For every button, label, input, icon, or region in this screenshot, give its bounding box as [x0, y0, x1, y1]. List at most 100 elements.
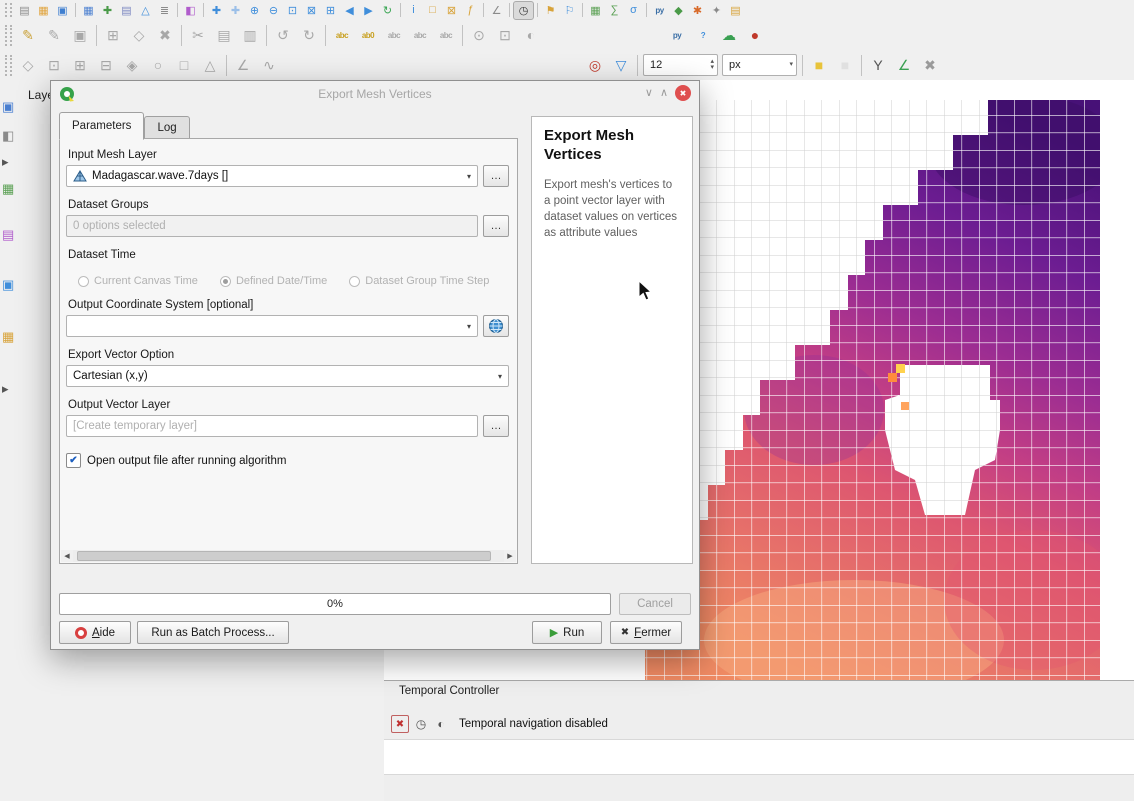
pin-labels-icon[interactable]: ⊙: [466, 23, 492, 47]
deselect-features-icon[interactable]: ⊠: [442, 2, 461, 19]
toolbar-overflow-icon[interactable]: ✖: [917, 53, 943, 77]
processing-toolbox-icon[interactable]: ✱: [688, 2, 707, 19]
highlight-labels-icon[interactable]: ⊡: [492, 23, 518, 47]
output-vector-layer-input[interactable]: [Create temporary layer]: [66, 415, 478, 437]
force-by-lines-icon[interactable]: ◈: [119, 53, 145, 77]
layer-diagram-icon[interactable]: ab0: [355, 23, 381, 47]
fixed-range-icon[interactable]: ◷: [413, 716, 429, 732]
dataset-groups-select[interactable]: 0 options selected: [66, 215, 478, 237]
field-calculator-icon[interactable]: ∑: [605, 2, 624, 19]
layer-labeling-icon[interactable]: abc: [329, 23, 355, 47]
zoom-in-icon[interactable]: ⊕: [245, 2, 264, 19]
save-edits-icon[interactable]: ▣: [67, 23, 93, 47]
filter-legend-icon[interactable]: ▽: [608, 53, 634, 77]
show-bookmarks-icon[interactable]: ⚐: [560, 2, 579, 19]
add-raster-layer-icon[interactable]: ▤: [117, 2, 136, 19]
radio-dataset-group-time-step[interactable]: Dataset Group Time Step: [349, 275, 489, 287]
toolbar-handle[interactable]: [5, 55, 12, 76]
run-button[interactable]: ▶ Run: [532, 621, 602, 644]
reindex-mesh-icon[interactable]: ⊟: [93, 53, 119, 77]
identify-features-icon[interactable]: i: [404, 2, 423, 19]
message-log-icon[interactable]: ▤: [726, 2, 745, 19]
select-by-expression-icon[interactable]: ƒ: [461, 2, 480, 19]
plugin-manager-icon[interactable]: ◆: [669, 2, 688, 19]
rotate-label-icon[interactable]: abc: [407, 23, 433, 47]
open-output-checkbox-row[interactable]: ✔ Open output file after running algorit…: [66, 453, 509, 468]
select-features-icon[interactable]: □: [423, 2, 442, 19]
input-mesh-layer-browse-button[interactable]: …: [483, 165, 509, 187]
select-crs-button[interactable]: [483, 315, 509, 337]
cut-features-icon[interactable]: ✂: [185, 23, 211, 47]
transform-mesh-icon[interactable]: ⊞: [67, 53, 93, 77]
scroll-left-icon[interactable]: ◀: [61, 552, 73, 560]
chevron-down-icon[interactable]: ▾: [789, 62, 793, 68]
buffer-color-swatch[interactable]: ■: [832, 53, 858, 77]
attribute-table-icon[interactable]: ▦: [586, 2, 605, 19]
report-bug-icon[interactable]: ●: [742, 23, 768, 47]
advanced-digitizing-icon[interactable]: ∠: [230, 53, 256, 77]
zoom-last-icon[interactable]: ◀: [340, 2, 359, 19]
add-vector-layer-icon[interactable]: ✚: [98, 2, 117, 19]
save-project-icon[interactable]: ▣: [53, 2, 72, 19]
open-project-icon[interactable]: ▦: [34, 2, 53, 19]
move-label-icon[interactable]: abc: [381, 23, 407, 47]
toolbar-handle[interactable]: [5, 3, 12, 17]
layer-item-icon[interactable]: ▦: [2, 330, 14, 344]
zoom-full-icon[interactable]: ⊡: [283, 2, 302, 19]
zoom-to-selection-icon[interactable]: ⊠: [302, 2, 321, 19]
osgeo-cloud-icon[interactable]: ☁: [716, 23, 742, 47]
add-delimited-text-icon[interactable]: ≣: [155, 2, 174, 19]
diagram-options-icon[interactable]: ◐: [518, 23, 544, 47]
help-contents-icon[interactable]: ?: [690, 23, 716, 47]
scrollbar-thumb[interactable]: [77, 551, 491, 561]
new-bookmark-icon[interactable]: ⚑: [541, 2, 560, 19]
temporal-nav-disabled-icon[interactable]: ✖: [391, 715, 409, 733]
shape-rectangle-icon[interactable]: □: [171, 53, 197, 77]
snapping-options-icon[interactable]: ◎: [582, 53, 608, 77]
measure-angle-icon[interactable]: ∠: [891, 53, 917, 77]
spinner-arrows-icon[interactable]: ▴▾: [710, 59, 714, 71]
data-source-manager-icon[interactable]: ▦: [79, 2, 98, 19]
toggle-editing-icon[interactable]: ✎: [41, 23, 67, 47]
tab-log[interactable]: Log: [144, 116, 189, 139]
pan-map-icon[interactable]: ✚: [207, 2, 226, 19]
python-icon[interactable]: py: [664, 23, 690, 47]
run-as-batch-button[interactable]: Run as Batch Process...: [137, 621, 289, 644]
layer-item-icon[interactable]: ▤: [2, 228, 14, 242]
options-icon[interactable]: ✦: [707, 2, 726, 19]
node-editor-icon[interactable]: Y: [865, 53, 891, 77]
pan-to-selection-icon[interactable]: ✚: [226, 2, 245, 19]
toolbar-handle[interactable]: [5, 25, 12, 46]
vertex-tool-icon[interactable]: ◇: [126, 23, 152, 47]
delete-selected-icon[interactable]: ✖: [152, 23, 178, 47]
change-label-icon[interactable]: abc: [433, 23, 459, 47]
tab-parameters[interactable]: Parameters: [59, 112, 144, 140]
layer-item-icon[interactable]: ▣: [2, 278, 14, 292]
output-vector-layer-browse-button[interactable]: …: [483, 415, 509, 437]
style-manager-icon[interactable]: ◧: [181, 2, 200, 19]
temporal-controller-icon[interactable]: ◷: [513, 1, 534, 20]
chevron-up-icon[interactable]: ∧: [660, 85, 668, 101]
layer-item-icon[interactable]: ▣: [2, 100, 14, 114]
font-unit-select[interactable]: px▾: [722, 54, 797, 76]
scroll-right-icon[interactable]: ▶: [504, 552, 516, 560]
layer-item-icon[interactable]: ◧: [2, 129, 14, 143]
construction-icon[interactable]: ∿: [256, 53, 282, 77]
current-edits-icon[interactable]: ✎: [15, 23, 41, 47]
cancel-button[interactable]: Cancel: [619, 593, 691, 615]
redo-icon[interactable]: ↻: [296, 23, 322, 47]
radio-current-canvas-time[interactable]: Current Canvas Time: [78, 275, 198, 287]
shape-circle-icon[interactable]: ○: [145, 53, 171, 77]
copy-features-icon[interactable]: ▤: [211, 23, 237, 47]
dataset-groups-browse-button[interactable]: …: [483, 215, 509, 237]
font-size-input[interactable]: 12▴▾: [643, 54, 718, 76]
digitize-mesh-icon[interactable]: ◇: [15, 53, 41, 77]
font-color-swatch[interactable]: ■: [806, 53, 832, 77]
undo-icon[interactable]: ↺: [270, 23, 296, 47]
statistics-icon[interactable]: σ: [624, 2, 643, 19]
horizontal-scrollbar[interactable]: ◀ ▶: [61, 550, 516, 562]
dialog-titlebar[interactable]: Export Mesh Vertices ∨ ∧ ✖: [51, 81, 699, 107]
add-feature-icon[interactable]: ⊞: [100, 23, 126, 47]
zoom-out-icon[interactable]: ⊖: [264, 2, 283, 19]
python-console-icon[interactable]: py: [650, 2, 669, 19]
